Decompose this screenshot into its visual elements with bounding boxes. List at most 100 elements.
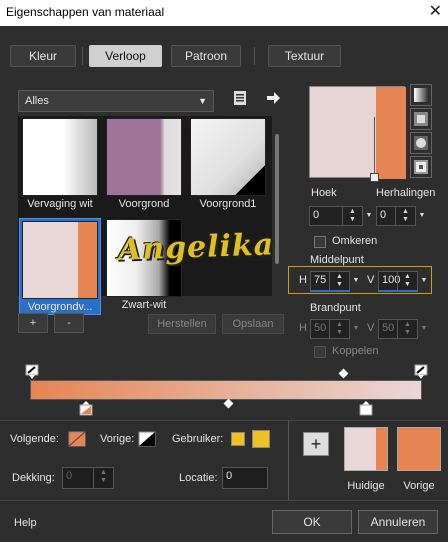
swatch-voorgrondv-selected[interactable]: Voorgrondv... — [19, 218, 101, 315]
ok-button[interactable]: OK — [272, 510, 352, 534]
focus-h-value: 50 — [314, 322, 327, 334]
help-link[interactable]: Help — [14, 517, 37, 529]
tab-kleur[interactable]: Kleur — [10, 45, 76, 67]
gradient-bar[interactable] — [30, 380, 422, 400]
divider — [0, 500, 448, 501]
link-checkbox[interactable] — [314, 346, 326, 358]
library-menu-icon[interactable] — [232, 89, 248, 107]
remove-gradient-button[interactable]: - — [54, 313, 84, 333]
opacity-spinner[interactable]: 0 ▲ ▼ — [62, 467, 114, 489]
focus-h-label: H — [299, 322, 307, 334]
prev-label: Vorige: — [100, 433, 135, 445]
angle-label: Hoek — [311, 187, 337, 199]
invert-label: Omkeren — [332, 235, 378, 247]
angle-handle[interactable] — [370, 173, 379, 182]
restore-button[interactable]: Herstellen — [148, 314, 216, 334]
angle-spinner[interactable]: 0 ▲ ▼ ▼ — [309, 206, 372, 226]
next-color-swatch[interactable] — [68, 431, 86, 450]
mid-h-value: 75 — [314, 274, 327, 286]
midpoint-h-slider[interactable] — [310, 290, 350, 292]
tab-verloop[interactable]: Verloop — [89, 45, 162, 67]
color-stop-right[interactable] — [359, 400, 373, 419]
add-color-button[interactable]: + — [303, 432, 329, 456]
watermark-logo: Angelika — [117, 227, 275, 268]
gradient-library: Vervaging wit Voorgrond Voorgrond1 Voorg… — [18, 116, 278, 315]
location-field[interactable]: 0 — [222, 467, 268, 489]
swatch-preview — [22, 221, 98, 299]
swatch-label: Zwart-wit — [121, 299, 167, 311]
window-title: Eigenschappen van materiaal — [6, 5, 165, 19]
spin-arrows-icon[interactable]: ▲ ▼ — [93, 468, 113, 488]
arrow-right-icon[interactable] — [264, 89, 282, 107]
midpoint-v-slider[interactable] — [378, 290, 418, 292]
rectangular-style-icon[interactable] — [410, 108, 432, 130]
chevron-down-icon[interactable]: ▼ — [364, 207, 374, 225]
swatch-label: Vervaging wit — [27, 198, 93, 210]
focus-h-spinner[interactable]: 50 ▲ ▼ ▼ — [310, 319, 359, 339]
spin-arrows-icon[interactable]: ▲ ▼ — [329, 320, 349, 338]
previous-label: Vorige — [403, 480, 435, 492]
spin-arrows-icon[interactable]: ▲ ▼ — [395, 207, 415, 225]
cancel-button[interactable]: Annuleren — [358, 510, 438, 534]
spin-arrows-icon[interactable]: ▲ ▼ — [342, 207, 362, 225]
chevron-down-icon[interactable]: ▼ — [351, 272, 361, 290]
focus-v-spinner[interactable]: 50 ▲ ▼ ▼ — [378, 319, 427, 339]
midpoint-v-spinner[interactable]: 100 ▲ ▼ ▼ — [378, 271, 427, 291]
spin-arrows-icon[interactable]: ▲ ▼ — [329, 272, 349, 290]
add-gradient-button[interactable]: + — [18, 313, 48, 333]
swatch-label: Voorgrond — [118, 198, 170, 210]
user-color-radio[interactable] — [231, 432, 245, 446]
prev-color-swatch[interactable] — [138, 431, 156, 450]
midpoint-h-spinner[interactable]: 75 ▲ ▼ ▼ — [310, 271, 359, 291]
spin-arrows-icon[interactable]: ▲ ▼ — [397, 272, 417, 290]
sunburst-style-icon[interactable] — [410, 156, 432, 178]
spin-arrows-icon[interactable]: ▲ ▼ — [397, 320, 417, 338]
scrollbar-thumb[interactable] — [275, 134, 279, 264]
linear-style-icon[interactable] — [410, 84, 432, 106]
divider — [288, 420, 289, 500]
category-dropdown[interactable]: Alles ▼ — [18, 90, 214, 112]
next-label: Volgende: — [10, 433, 59, 445]
gradient-preview[interactable] — [309, 86, 406, 182]
swatch-label: Voorgrond1 — [199, 198, 257, 210]
save-button[interactable]: Opslaan — [222, 314, 284, 334]
chevron-down-icon[interactable]: ▼ — [351, 320, 361, 338]
swatch-vervaging-wit[interactable]: Vervaging wit — [20, 118, 100, 213]
focus-label: Brandpunt — [310, 302, 361, 314]
mid-v-label: V — [367, 274, 375, 286]
repeats-spinner[interactable]: 0 ▲ ▼ ▼ — [376, 206, 425, 226]
chevron-down-icon[interactable]: ▼ — [417, 207, 427, 225]
previous-material-swatch[interactable] — [397, 427, 441, 471]
chevron-down-icon[interactable]: ▼ — [419, 272, 429, 290]
midpoint-label: Middelpunt — [310, 254, 364, 266]
user-color-swatch[interactable] — [252, 430, 270, 448]
user-label: Gebruiker: — [172, 433, 224, 445]
divider — [0, 420, 448, 421]
location-value: 0 — [226, 470, 233, 482]
current-material-swatch[interactable] — [344, 427, 388, 471]
swatch-voorgrond1[interactable]: Voorgrond1 — [188, 118, 268, 213]
angle-value: 0 — [313, 209, 320, 221]
angle-line — [374, 117, 375, 179]
location-label: Locatie: — [179, 472, 218, 484]
link-label: Koppelen — [332, 345, 379, 357]
tab-separator — [254, 47, 255, 65]
library-scrollbar[interactable] — [272, 116, 282, 296]
tab-patroon[interactable]: Patroon — [171, 45, 241, 67]
tab-separator — [82, 47, 83, 65]
chevron-down-icon: ▼ — [198, 96, 207, 106]
swatch-preview — [190, 118, 266, 196]
repeats-value: 0 — [380, 209, 387, 221]
invert-checkbox[interactable] — [314, 236, 326, 248]
opacity-value: 0 — [66, 470, 73, 482]
tab-textuur[interactable]: Textuur — [268, 45, 341, 67]
close-icon[interactable]: ✕ — [429, 2, 442, 22]
chevron-down-icon[interactable]: ▼ — [419, 320, 429, 338]
color-stop-left[interactable] — [79, 400, 93, 419]
swatch-preview — [22, 118, 98, 196]
mid-h-label: H — [299, 274, 307, 286]
swatch-voorgrond[interactable]: Voorgrond — [104, 118, 184, 213]
repeats-label: Herhalingen — [376, 187, 436, 199]
current-label: Huidige — [347, 480, 385, 492]
radial-style-icon[interactable] — [410, 132, 432, 154]
